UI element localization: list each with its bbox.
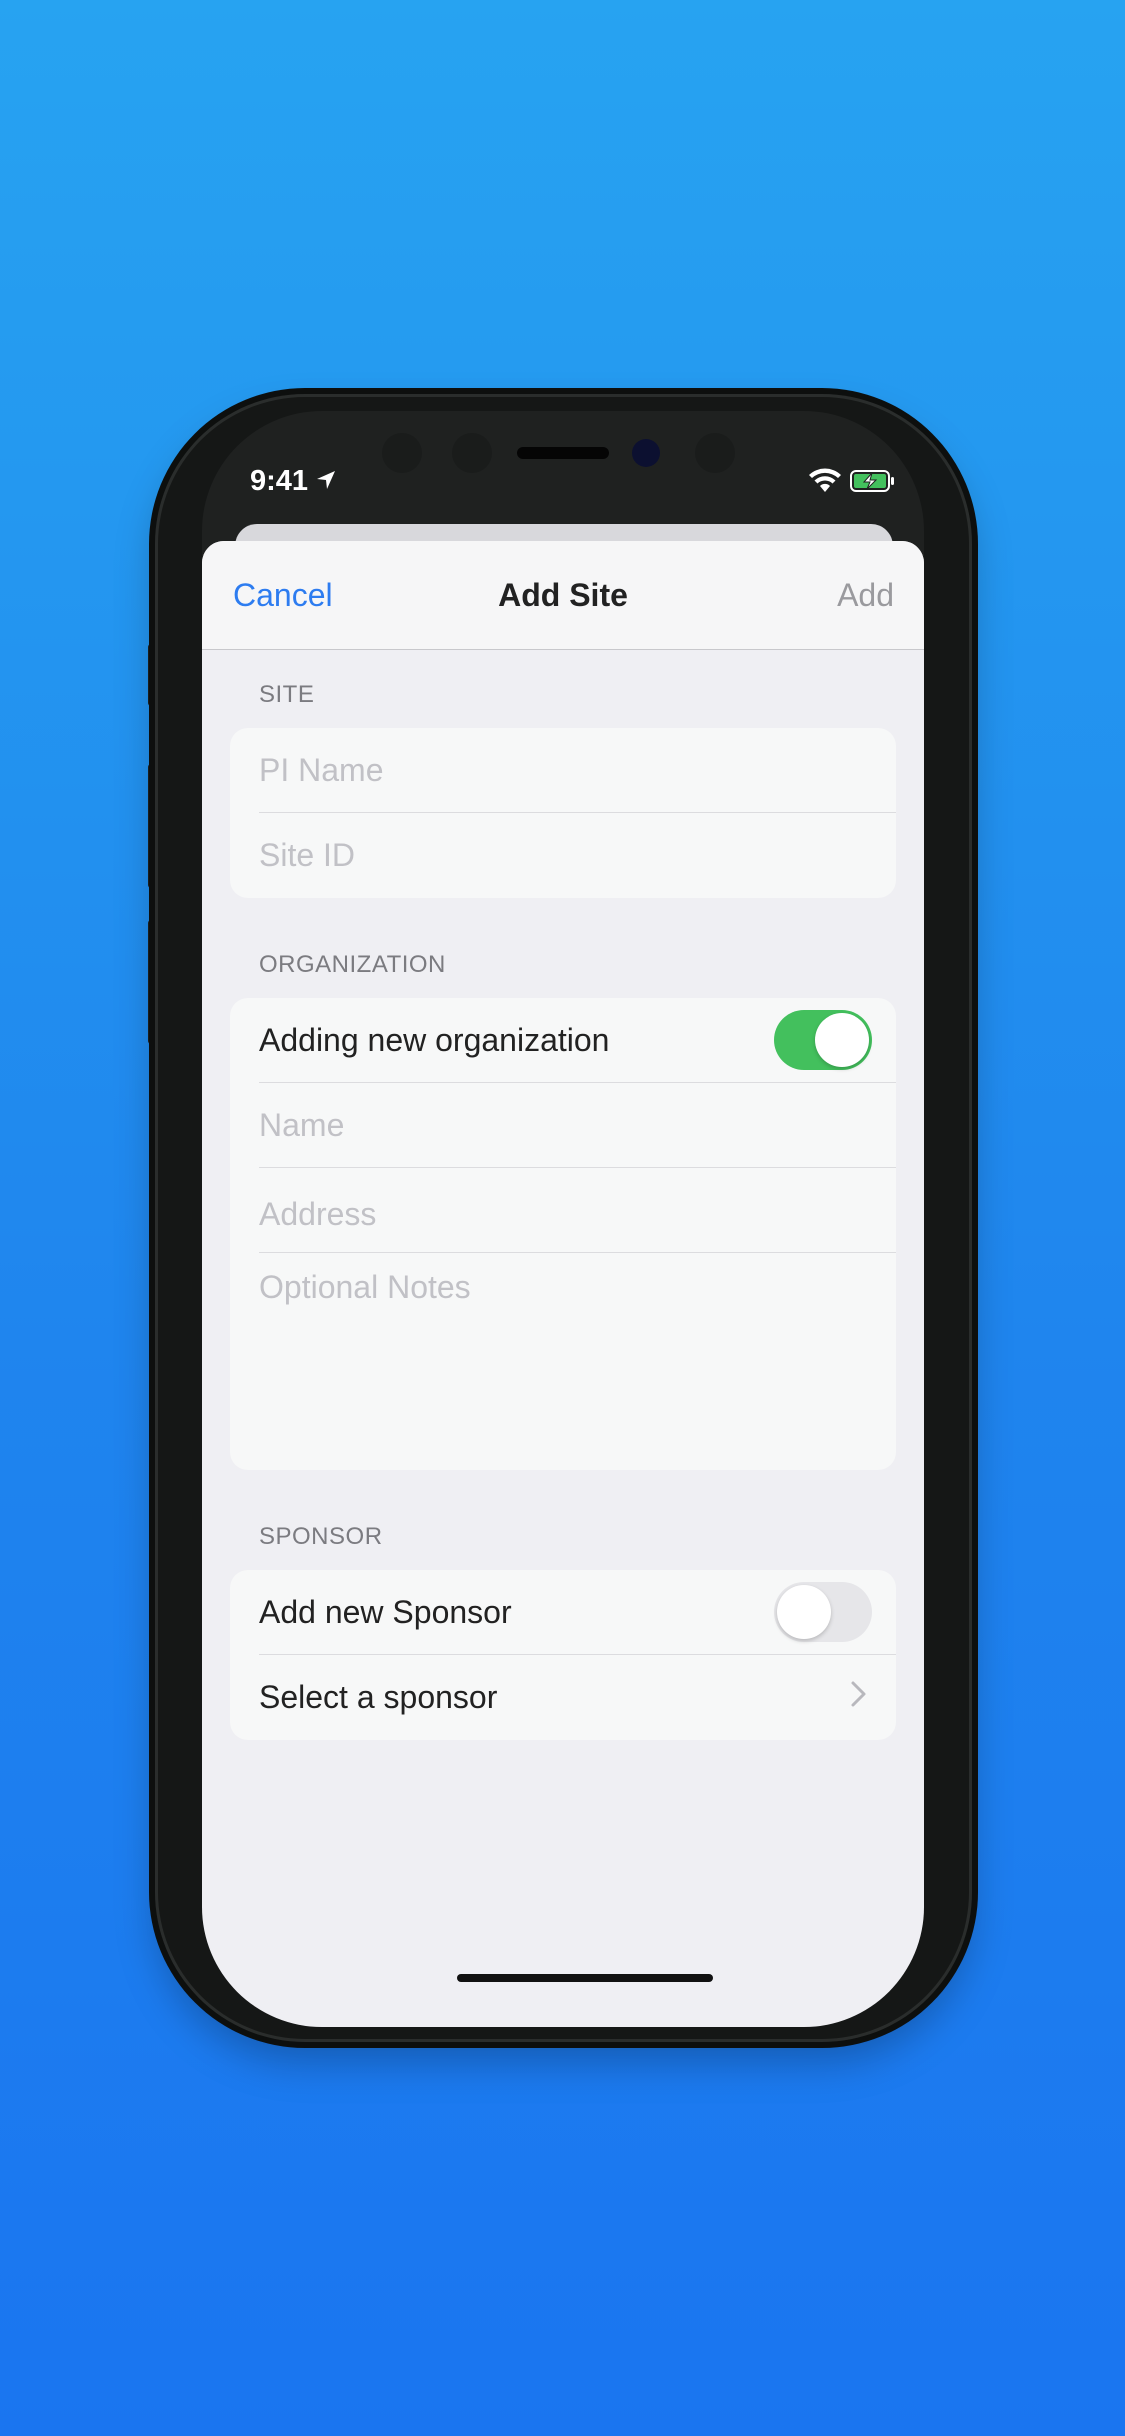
toggle-knob: [815, 1013, 869, 1067]
location-arrow-icon: [317, 471, 335, 489]
section-header-sponsor: SPONSOR: [259, 1523, 383, 1550]
sensor-dot: [382, 433, 422, 473]
add-new-sponsor-toggle[interactable]: [774, 1582, 872, 1642]
select-sponsor-label: Select a sponsor: [259, 1679, 498, 1715]
home-indicator[interactable]: [457, 1974, 713, 1982]
site-group: PI Name Site ID: [230, 728, 896, 898]
sponsor-group: Add new Sponsor Select a sponsor: [230, 1570, 896, 1740]
organization-name-field[interactable]: Name: [230, 1083, 896, 1168]
address-placeholder: Address: [259, 1196, 377, 1232]
pi-name-placeholder: PI Name: [259, 752, 384, 788]
adding-new-organization-row: Adding new organization: [230, 998, 896, 1083]
optional-notes-textarea[interactable]: Optional Notes: [230, 1253, 896, 1470]
organization-address-field[interactable]: Address: [230, 1168, 896, 1253]
sensor-dot: [695, 433, 735, 473]
battery-charging-icon: [850, 470, 894, 492]
section-header-organization: ORGANIZATION: [259, 951, 446, 978]
adding-new-organization-label: Adding new organization: [259, 1022, 610, 1058]
sensor-dot: [452, 433, 492, 473]
wifi-icon: [809, 468, 841, 492]
add-new-sponsor-label: Add new Sponsor: [259, 1594, 512, 1630]
add-new-sponsor-row: Add new Sponsor: [230, 1570, 896, 1655]
front-camera: [632, 439, 660, 467]
pi-name-field[interactable]: PI Name: [230, 728, 896, 813]
optional-notes-placeholder: Optional Notes: [259, 1269, 471, 1305]
site-id-placeholder: Site ID: [259, 837, 356, 873]
section-header-site: SITE: [259, 681, 315, 708]
select-sponsor-row[interactable]: Select a sponsor: [230, 1655, 896, 1740]
status-time: 9:41: [250, 465, 309, 497]
name-placeholder: Name: [259, 1107, 345, 1143]
site-id-field[interactable]: Site ID: [230, 813, 896, 898]
speaker-grille: [517, 447, 609, 459]
navigation-bar: Cancel Add Site Add: [202, 541, 924, 650]
add-button[interactable]: Add: [837, 577, 894, 614]
toggle-knob: [777, 1585, 831, 1639]
organization-group: Adding new organization Name Address Opt…: [230, 998, 896, 1470]
chevron-right-icon: [851, 1681, 866, 1707]
phone-screen: 9:41 Cancel Add Site Add SITE PI Name Si…: [202, 411, 924, 2027]
add-site-sheet: Cancel Add Site Add SITE PI Name Site ID…: [202, 541, 924, 2027]
adding-new-organization-toggle[interactable]: [774, 1010, 872, 1070]
page-title: Add Site: [498, 577, 628, 613]
